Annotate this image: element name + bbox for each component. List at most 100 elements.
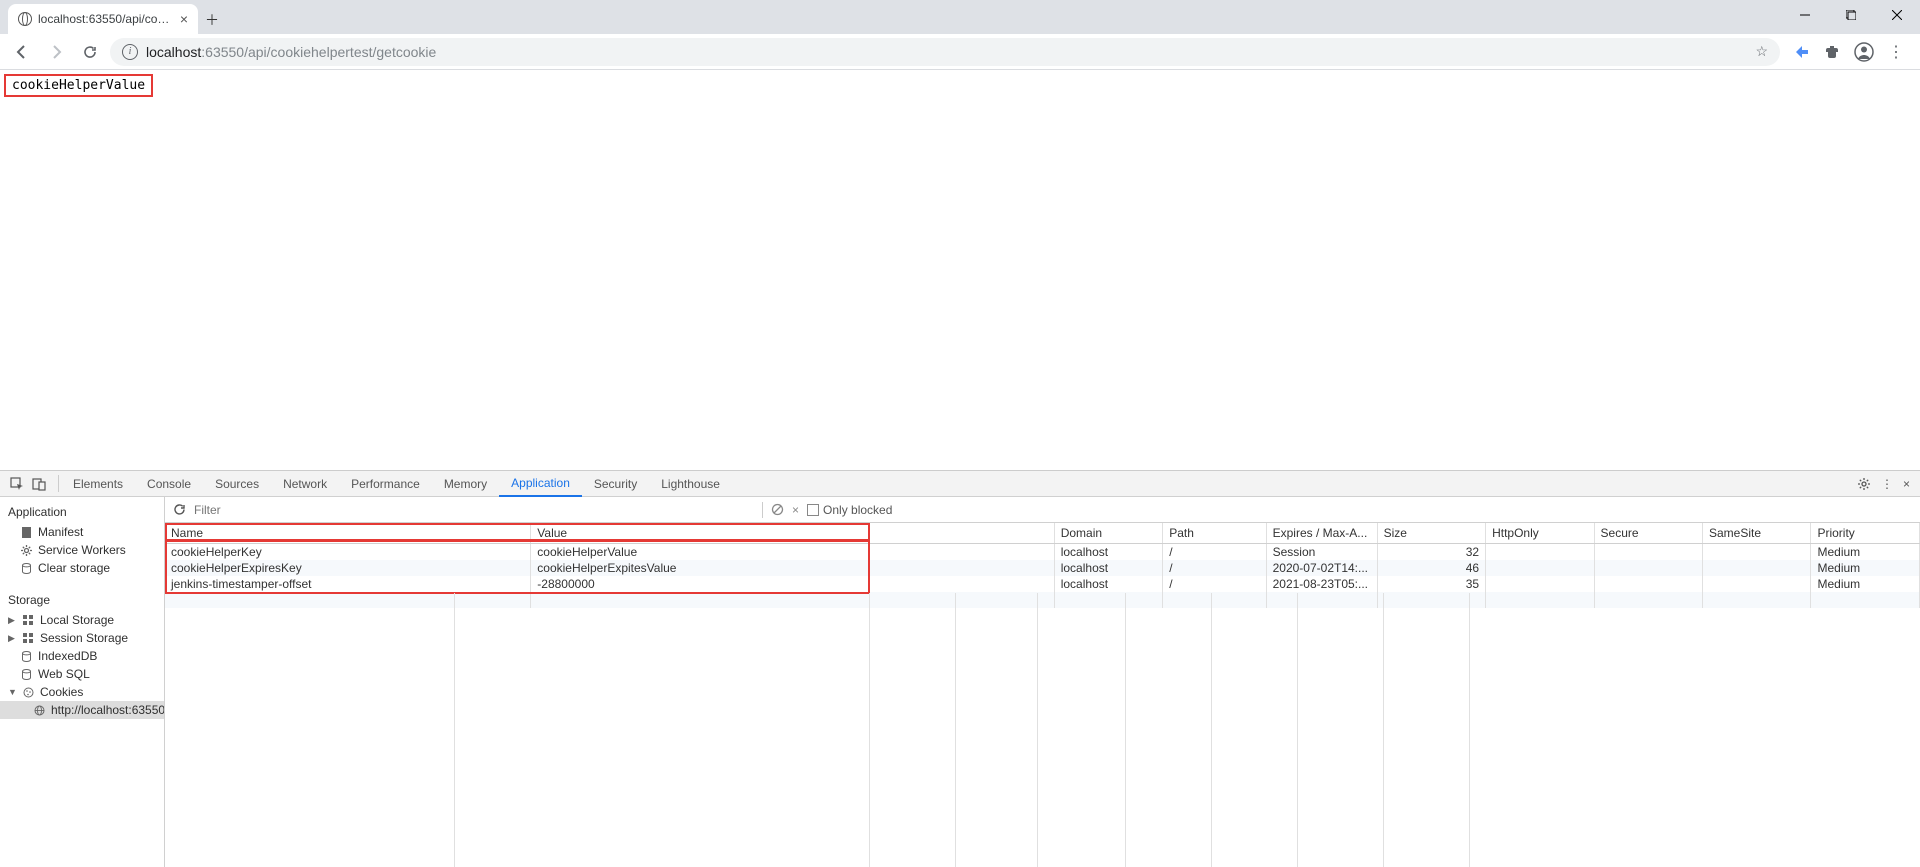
tab-performance[interactable]: Performance (339, 471, 432, 496)
extension-icon-1[interactable] (1794, 44, 1810, 60)
close-tab-icon[interactable]: × (180, 11, 188, 27)
cell-name: cookieHelperExpiresKey (165, 560, 531, 576)
tab-console[interactable]: Console (135, 471, 203, 496)
device-toolbar-icon[interactable] (32, 477, 46, 491)
address-bar[interactable]: i localhost:63550/api/cookiehelpertest/g… (110, 38, 1780, 66)
settings-icon[interactable] (1857, 477, 1871, 491)
back-button[interactable] (8, 38, 36, 66)
gear-icon (20, 545, 32, 556)
site-info-icon[interactable]: i (122, 44, 138, 60)
grid-icon (22, 633, 34, 643)
tab-application[interactable]: Application (499, 471, 582, 497)
cell-path: / (1163, 544, 1266, 561)
cookies-filter-bar: × Only blocked (165, 497, 1920, 523)
clear-all-icon[interactable] (771, 503, 784, 516)
col-priority[interactable]: Priority (1811, 523, 1920, 544)
sidebar-item-session-storage[interactable]: ▶ Session Storage (0, 629, 164, 647)
checkbox-icon (807, 504, 819, 516)
globe-icon (18, 12, 32, 26)
database-icon (20, 563, 32, 574)
cell-httponly (1486, 544, 1594, 561)
delete-icon[interactable]: × (792, 503, 799, 517)
inspect-element-icon[interactable] (10, 477, 24, 491)
sidebar-item-service-workers[interactable]: Service Workers (0, 541, 164, 559)
col-name[interactable]: Name (165, 523, 531, 544)
close-devtools-icon[interactable]: × (1903, 477, 1910, 491)
tab-network[interactable]: Network (271, 471, 339, 496)
browser-toolbar: i localhost:63550/api/cookiehelpertest/g… (0, 34, 1920, 70)
cell-expires: Session (1266, 544, 1377, 561)
tab-strip: localhost:63550/api/cookiehel × ＋ (0, 0, 1920, 34)
sidebar-item-label: http://localhost:63550 (51, 703, 165, 717)
col-path[interactable]: Path (1163, 523, 1266, 544)
filter-input[interactable] (194, 503, 754, 517)
only-blocked-checkbox[interactable]: Only blocked (807, 503, 892, 517)
col-domain[interactable]: Domain (1054, 523, 1162, 544)
tab-memory[interactable]: Memory (432, 471, 499, 496)
cookies-table: Name Value Domain Path Expires / Max-A..… (165, 523, 1920, 608)
cell-samesite (1703, 576, 1811, 592)
sidebar-item-label: Clear storage (38, 561, 110, 575)
cell-value: cookieHelperValue (531, 544, 1054, 561)
table-row[interactable]: cookieHelperExpiresKey cookieHelperExpit… (165, 560, 1920, 576)
cell-name: cookieHelperKey (165, 544, 531, 561)
table-row[interactable]: cookieHelperKey cookieHelperValue localh… (165, 544, 1920, 561)
sidebar-item-cookies[interactable]: ▼ Cookies (0, 683, 164, 701)
sidebar-item-label: Session Storage (40, 631, 128, 645)
col-expires[interactable]: Expires / Max-A... (1266, 523, 1377, 544)
new-tab-button[interactable]: ＋ (198, 6, 226, 34)
devtools-body: Application Manifest Service Workers Cle… (0, 497, 1920, 867)
profile-icon[interactable] (1854, 42, 1874, 62)
manifest-icon (20, 527, 32, 538)
forward-button[interactable] (42, 38, 70, 66)
sidebar-item-manifest[interactable]: Manifest (0, 523, 164, 541)
col-size[interactable]: Size (1377, 523, 1485, 544)
cell-priority: Medium (1811, 560, 1920, 576)
star-icon[interactable]: ☆ (1755, 43, 1768, 60)
tab-lighthouse[interactable]: Lighthouse (649, 471, 732, 496)
col-samesite[interactable]: SameSite (1703, 523, 1811, 544)
sidebar-item-indexeddb[interactable]: IndexedDB (0, 647, 164, 665)
cell-expires: 2020-07-02T14:... (1266, 560, 1377, 576)
menu-icon[interactable]: ⋮ (1888, 42, 1904, 62)
cell-name: jenkins-timestamper-offset (165, 576, 531, 592)
tab-title: localhost:63550/api/cookiehel (38, 12, 174, 26)
maximize-button[interactable] (1828, 0, 1874, 30)
cell-value: cookieHelperExpitesValue (531, 560, 1054, 576)
chevron-down-icon: ▼ (8, 687, 16, 697)
col-value[interactable]: Value (531, 523, 1054, 544)
database-icon (20, 669, 32, 680)
devtools-inspect-buttons (0, 471, 56, 496)
col-httponly[interactable]: HttpOnly (1486, 523, 1594, 544)
cell-value: -28800000 (531, 576, 1054, 592)
tab-elements[interactable]: Elements (61, 471, 135, 496)
sidebar-section-application: Application (0, 501, 164, 523)
extensions-icon[interactable] (1824, 44, 1840, 60)
url-path: :63550/api/cookiehelpertest/getcookie (201, 44, 436, 60)
sidebar-item-cookie-origin[interactable]: http://localhost:63550 (0, 701, 164, 719)
reload-button[interactable] (76, 38, 104, 66)
cell-expires: 2021-08-23T05:... (1266, 576, 1377, 592)
cell-size: 35 (1377, 576, 1485, 592)
sidebar-item-label: Manifest (38, 525, 83, 539)
cell-domain: localhost (1054, 560, 1162, 576)
sidebar-item-label: Cookies (40, 685, 83, 699)
more-icon[interactable]: ⋮ (1881, 477, 1893, 491)
sidebar-item-websql[interactable]: Web SQL (0, 665, 164, 683)
sidebar-item-label: Web SQL (38, 667, 90, 681)
application-sidebar: Application Manifest Service Workers Cle… (0, 497, 165, 867)
only-blocked-label: Only blocked (823, 503, 892, 517)
table-row[interactable]: jenkins-timestamper-offset -28800000 loc… (165, 576, 1920, 592)
tab-sources[interactable]: Sources (203, 471, 271, 496)
globe-icon (34, 705, 45, 716)
sidebar-item-local-storage[interactable]: ▶ Local Storage (0, 611, 164, 629)
cell-samesite (1703, 544, 1811, 561)
browser-tab[interactable]: localhost:63550/api/cookiehel × (8, 4, 198, 34)
close-window-button[interactable] (1874, 0, 1920, 30)
sidebar-item-clear-storage[interactable]: Clear storage (0, 559, 164, 577)
refresh-icon[interactable] (173, 503, 186, 516)
col-secure[interactable]: Secure (1594, 523, 1702, 544)
minimize-button[interactable] (1782, 0, 1828, 30)
sidebar-section-storage: Storage (0, 589, 164, 611)
tab-security[interactable]: Security (582, 471, 649, 496)
